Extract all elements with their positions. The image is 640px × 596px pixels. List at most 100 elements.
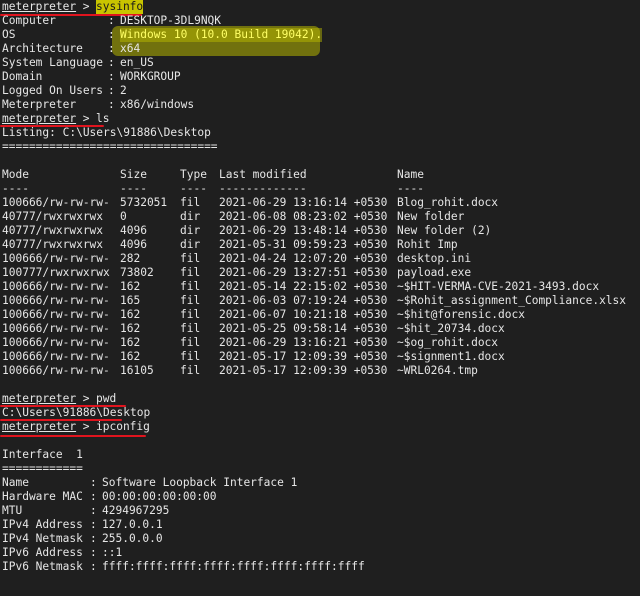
- prompt-line-pwd: meterpreter > pwd: [2, 392, 116, 406]
- ipconfig-key: IPv6 Address: [2, 546, 83, 559]
- listing-rule: ================================: [2, 140, 218, 153]
- ipconfig-value: ffff:ffff:ffff:ffff:ffff:ffff:ffff:ffff: [102, 560, 365, 573]
- cell-mode: 100666/rw-rw-rw-: [2, 308, 110, 321]
- cell-modified: 2021-06-29 13:16:21 +0530: [219, 336, 388, 349]
- cell-name: ~$hit@forensic.docx: [397, 308, 525, 321]
- cell-type: fil: [180, 350, 201, 363]
- prompt-separator: >: [76, 0, 97, 13]
- ipconfig-value: 255.0.0.0: [102, 532, 163, 545]
- sysinfo-value: Windows 10 (10.0 Build 19042).: [120, 28, 323, 42]
- cell-mode: 100666/rw-rw-rw-: [2, 294, 110, 307]
- ls-dash-row: ---- ---- ---- ------------- ----: [2, 182, 424, 196]
- ipconfig-key: IPv4 Netmask: [2, 532, 83, 545]
- cell-type: dir: [180, 238, 201, 251]
- cell-type: fil: [180, 252, 201, 265]
- prompt-separator: >: [76, 112, 97, 125]
- listing-path: Listing: C:\Users\91886\Desktop: [2, 126, 211, 139]
- cell-mode: 40777/rwxrwxrwx: [2, 238, 104, 251]
- terminal-window[interactable]: meterpreter > sysinfo Computer: DESKTOP-…: [0, 0, 640, 596]
- ipconfig-value: 4294967295: [102, 504, 170, 517]
- ipconfig-key: Name: [2, 476, 29, 489]
- cell-modified: 2021-05-25 09:58:14 +0530: [219, 322, 388, 335]
- dash: ----: [120, 182, 147, 195]
- cell-name: ~$signment1.docx: [397, 350, 505, 363]
- ipconfig-value: Software Loopback Interface 1: [102, 476, 298, 489]
- command-ls: ls: [96, 112, 110, 125]
- cell-size: 5732051: [120, 196, 168, 209]
- cell-type: fil: [180, 266, 201, 279]
- cell-modified: 2021-04-24 12:07:20 +0530: [219, 252, 388, 265]
- underline-annotation: [0, 435, 146, 437]
- cell-size: 4096: [120, 238, 147, 251]
- sysinfo-key: Computer: [2, 14, 56, 27]
- cell-mode: 40777/rwxrwxrwx: [2, 224, 104, 237]
- cell-name: ~$og_rohit.docx: [397, 336, 499, 349]
- ipconfig-key: MTU: [2, 504, 23, 517]
- cell-name: payload.exe: [397, 266, 472, 279]
- cell-mode: 100666/rw-rw-rw-: [2, 364, 110, 377]
- cell-modified: 2021-06-29 13:27:51 +0530: [219, 266, 388, 279]
- command-ipconfig: ipconfig: [96, 420, 150, 433]
- cell-modified: 2021-06-29 13:16:14 +0530: [219, 196, 388, 209]
- cell-size: 162: [120, 350, 141, 363]
- cell-size: 162: [120, 280, 141, 293]
- pwd-output: C:\Users\91886\Desktop: [2, 406, 151, 419]
- cell-name: New folder: [397, 210, 465, 223]
- cell-type: fil: [180, 294, 201, 307]
- command-sysinfo: sysinfo: [96, 0, 144, 14]
- cell-name: desktop.ini: [397, 252, 472, 265]
- cell-size: 162: [120, 322, 141, 335]
- sysinfo-key: OS: [2, 28, 16, 41]
- sysinfo-key: System Language: [2, 56, 104, 69]
- cell-type: fil: [180, 322, 201, 335]
- cell-modified: 2021-06-29 13:48:14 +0530: [219, 224, 388, 237]
- cell-size: 165: [120, 294, 141, 307]
- cell-mode: 100777/rwxrwxrwx: [2, 266, 110, 279]
- cell-mode: 100666/rw-rw-rw-: [2, 280, 110, 293]
- sysinfo-key: Meterpreter: [2, 98, 77, 111]
- cell-mode: 100666/rw-rw-rw-: [2, 252, 110, 265]
- prompt-line-sysinfo: meterpreter > sysinfo: [2, 0, 144, 14]
- cell-size: 162: [120, 308, 141, 321]
- cell-size: 4096: [120, 224, 147, 237]
- cell-mode: 100666/rw-rw-rw-: [2, 322, 110, 335]
- command-pwd: pwd: [96, 392, 117, 405]
- prompt-label: meterpreter: [2, 0, 77, 13]
- prompt-line-ls: meterpreter > ls: [2, 112, 109, 126]
- cell-type: dir: [180, 224, 201, 237]
- interface-title: Interface 1: [2, 448, 83, 461]
- cell-name: ~$hit_20734.docx: [397, 322, 505, 335]
- ipconfig-value: 00:00:00:00:00:00: [102, 490, 217, 503]
- prompt-label: meterpreter: [2, 392, 77, 405]
- prompt-separator: >: [76, 392, 97, 405]
- cell-size: 162: [120, 336, 141, 349]
- sysinfo-value: WORKGROUP: [120, 70, 181, 83]
- cell-type: fil: [180, 336, 201, 349]
- sysinfo-value: x64: [120, 42, 141, 55]
- ipconfig-key: IPv4 Address: [2, 518, 83, 531]
- ipconfig-value: 127.0.0.1: [102, 518, 163, 531]
- col-size-header: Size: [120, 168, 147, 181]
- cell-modified: 2021-05-14 22:15:02 +0530: [219, 280, 388, 293]
- sysinfo-value: x86/windows: [120, 98, 195, 111]
- cell-modified: 2021-05-17 12:09:39 +0530: [219, 364, 388, 377]
- sysinfo-value: DESKTOP-3DL9NQK: [120, 14, 222, 27]
- cell-modified: 2021-06-07 10:21:18 +0530: [219, 308, 388, 321]
- ipconfig-key: IPv6 Netmask: [2, 560, 83, 573]
- sysinfo-key: Domain: [2, 70, 43, 83]
- cell-size: 16105: [120, 364, 154, 377]
- cell-type: fil: [180, 308, 201, 321]
- cell-type: fil: [180, 364, 201, 377]
- dash: -------------: [219, 182, 307, 195]
- sysinfo-key: Architecture: [2, 42, 83, 55]
- cell-name: ~WRL0264.tmp: [397, 364, 478, 377]
- cell-size: 73802: [120, 266, 154, 279]
- interface-rule: ============: [2, 462, 83, 475]
- col-type-header: Type: [180, 168, 207, 181]
- ls-header-row: Mode Size Type Last modified Name: [2, 168, 424, 182]
- cell-modified: 2021-06-08 08:23:02 +0530: [219, 210, 388, 223]
- cell-mode: 100666/rw-rw-rw-: [2, 336, 110, 349]
- prompt-line-ipconfig: meterpreter > ipconfig: [2, 420, 150, 434]
- prompt-separator: >: [76, 420, 97, 433]
- sysinfo-value: en_US: [120, 56, 154, 69]
